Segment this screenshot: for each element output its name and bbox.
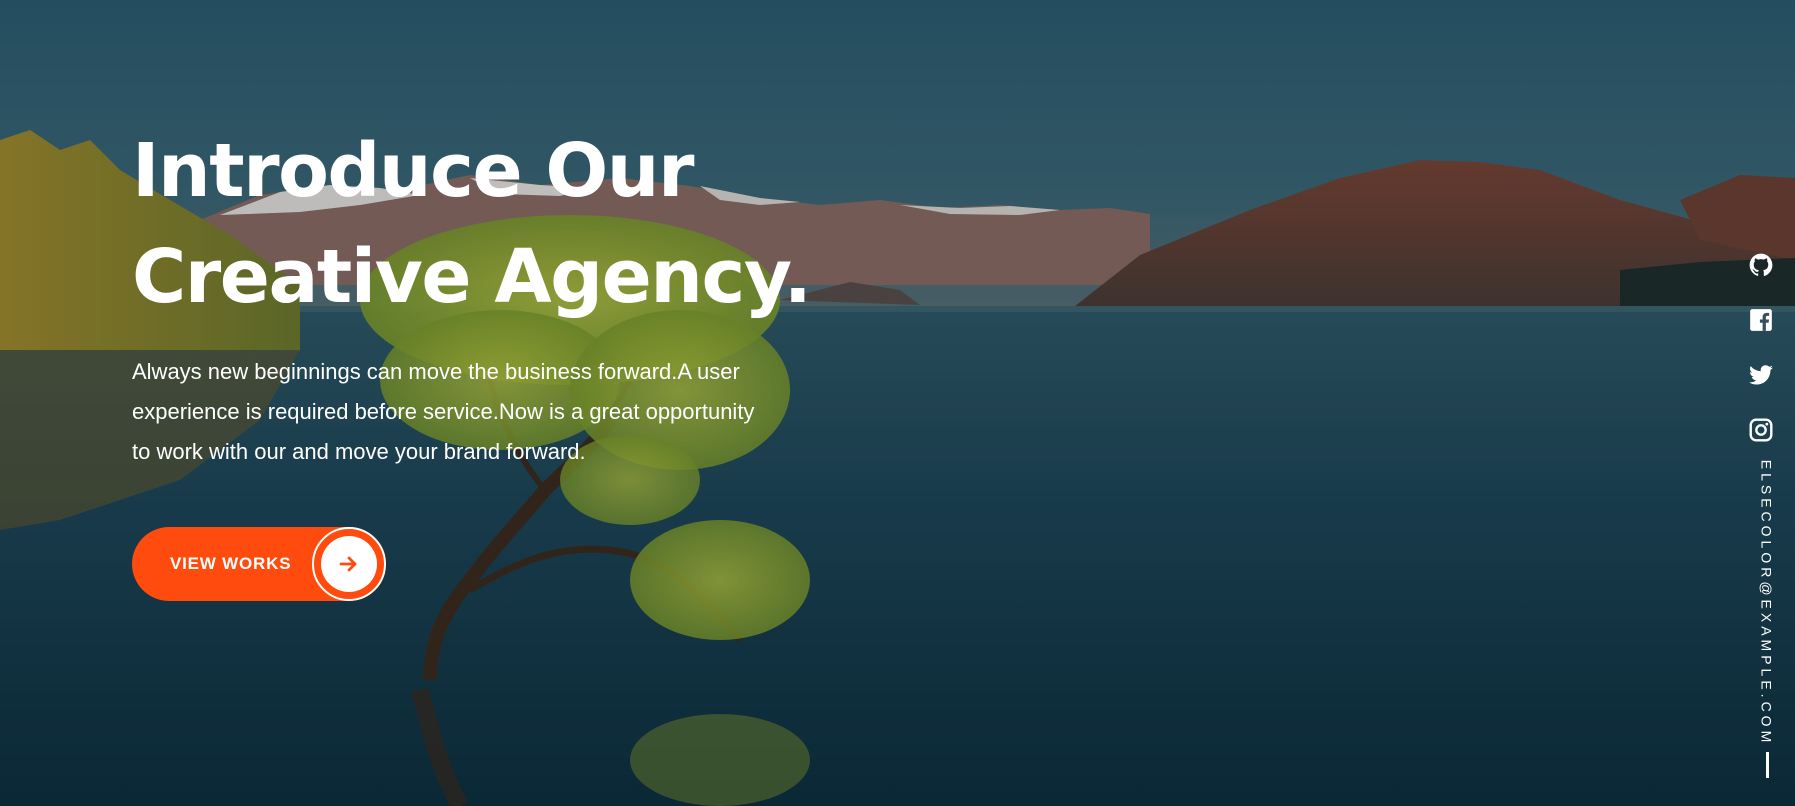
social-links: [1743, 252, 1779, 472]
hero-title-line2: Creative Agency.: [132, 234, 812, 320]
vertical-divider: [1766, 752, 1769, 778]
instagram-icon[interactable]: [1748, 417, 1774, 443]
view-works-label: VIEW WORKS: [170, 554, 292, 573]
twitter-icon[interactable]: [1748, 362, 1774, 388]
contact-email-text: ELSECOLOR@EXAMPLE.COM: [1758, 459, 1774, 747]
hero-section: Introduce Our Creative Agency. Always ne…: [0, 0, 1795, 806]
facebook-icon[interactable]: [1748, 307, 1774, 333]
view-works-button[interactable]: VIEW WORKS: [132, 527, 386, 601]
hero-title-line1: Introduce Our: [132, 128, 694, 214]
arrow-right-icon: [321, 536, 377, 592]
hero-title: Introduce Our Creative Agency.: [132, 118, 832, 330]
hero-content: Introduce Our Creative Agency. Always ne…: [132, 118, 832, 472]
arrow-button-ring: [312, 527, 386, 601]
hero-description: Always new beginnings can move the busin…: [132, 359, 755, 464]
contact-email[interactable]: ELSECOLOR@EXAMPLE.COM: [1754, 460, 1778, 747]
github-icon[interactable]: [1748, 252, 1774, 278]
